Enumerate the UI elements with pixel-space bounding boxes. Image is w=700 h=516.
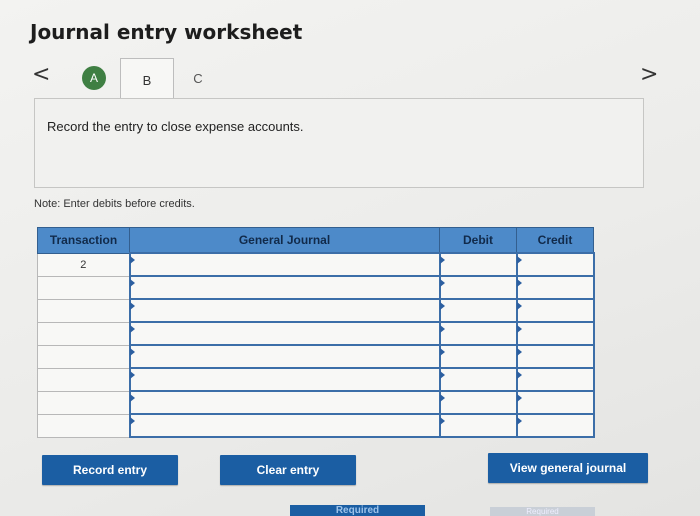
credit-input[interactable] — [515, 367, 595, 392]
table-row — [37, 321, 595, 346]
table-row — [37, 413, 595, 438]
transaction-cell — [37, 321, 130, 346]
tab-bar: < A B C > — [28, 58, 668, 101]
credit-input[interactable] — [515, 275, 595, 300]
account-input[interactable] — [128, 321, 441, 346]
journal-table: Transaction General Journal Debit Credit… — [37, 227, 595, 438]
previous-required-button[interactable]: Required — [290, 505, 425, 516]
tab-b[interactable]: B — [120, 58, 174, 101]
table-row — [37, 275, 595, 300]
debit-input[interactable] — [438, 252, 518, 277]
page-title: Journal entry worksheet — [30, 20, 303, 44]
account-input[interactable] — [128, 275, 441, 300]
credit-input[interactable] — [515, 321, 595, 346]
account-input[interactable] — [128, 413, 441, 438]
transaction-cell: 2 — [37, 252, 130, 277]
transaction-cell — [37, 298, 130, 323]
chevron-right-icon[interactable]: > — [640, 62, 658, 87]
account-input[interactable] — [128, 298, 441, 323]
header-debit: Debit — [439, 227, 517, 254]
chevron-left-icon[interactable]: < — [32, 62, 50, 87]
transaction-cell — [37, 413, 130, 438]
note-text: Note: Enter debits before credits. — [34, 198, 195, 210]
account-input[interactable] — [128, 390, 441, 415]
clear-entry-button[interactable]: Clear entry — [220, 455, 356, 485]
instruction-text: Record the entry to close expense accoun… — [47, 119, 304, 134]
transaction-cell — [37, 390, 130, 415]
header-general-journal: General Journal — [129, 227, 440, 254]
credit-input[interactable] — [515, 344, 595, 369]
table-row — [37, 344, 595, 369]
debit-input[interactable] — [438, 344, 518, 369]
record-entry-button[interactable]: Record entry — [42, 455, 178, 485]
credit-input[interactable] — [515, 298, 595, 323]
debit-input[interactable] — [438, 413, 518, 438]
table-row — [37, 390, 595, 415]
table-row: 2 — [37, 252, 595, 277]
tab-a[interactable]: A — [82, 66, 106, 90]
credit-input[interactable] — [515, 252, 595, 277]
journal-header-row: Transaction General Journal Debit Credit — [37, 227, 594, 254]
tab-c[interactable]: C — [178, 68, 218, 88]
header-credit: Credit — [516, 227, 594, 254]
account-input[interactable] — [128, 367, 441, 392]
instruction-box: Record the entry to close expense accoun… — [34, 98, 644, 188]
table-row — [37, 298, 595, 323]
next-required-button[interactable]: Required — [490, 507, 595, 516]
transaction-cell — [37, 344, 130, 369]
table-row — [37, 367, 595, 392]
debit-input[interactable] — [438, 275, 518, 300]
account-input[interactable] — [128, 252, 441, 277]
debit-input[interactable] — [438, 390, 518, 415]
transaction-cell — [37, 275, 130, 300]
view-general-journal-button[interactable]: View general journal — [488, 453, 648, 483]
credit-input[interactable] — [515, 413, 595, 438]
transaction-cell — [37, 367, 130, 392]
credit-input[interactable] — [515, 390, 595, 415]
debit-input[interactable] — [438, 321, 518, 346]
header-transaction: Transaction — [37, 227, 130, 254]
debit-input[interactable] — [438, 367, 518, 392]
debit-input[interactable] — [438, 298, 518, 323]
account-input[interactable] — [128, 344, 441, 369]
